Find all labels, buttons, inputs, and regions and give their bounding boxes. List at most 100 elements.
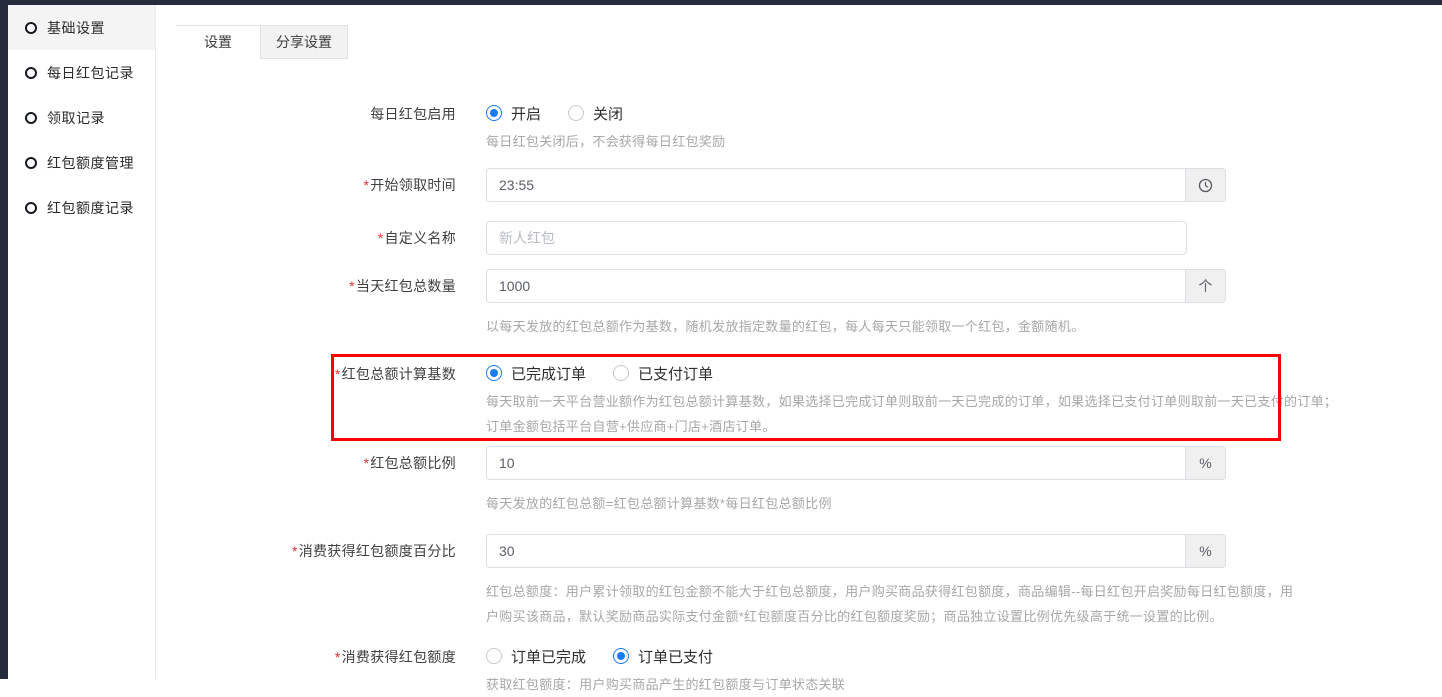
sidebar-item-label: 领取记录 — [47, 108, 105, 128]
sidebar-item-label: 每日红包记录 — [47, 63, 134, 83]
input-group-consume-quota-percent: % — [486, 534, 1293, 568]
circle-icon — [25, 112, 37, 124]
radio-option-total-amount-calc-base-1[interactable]: 已支付订单 — [613, 363, 713, 384]
sidebar-item-3[interactable]: 红包额度管理 — [8, 140, 155, 185]
sidebar-item-label: 基础设置 — [47, 18, 105, 38]
field-control-custom-name — [486, 221, 1187, 255]
helper-line: 每天取前一天平台营业额作为红包总额计算基数，如果选择已完成订单则取前一天已完成的… — [486, 389, 1337, 414]
main-content: 设置分享设置 每日红包启用开启关闭每日红包关闭后，不会获得每日红包奖励*开始领取… — [157, 5, 1442, 679]
field-label-total-amount-calc-base: *红包总额计算基数 — [157, 363, 456, 439]
required-asterisk: * — [363, 177, 369, 193]
settings-form: 每日红包启用开启关闭每日红包关闭后，不会获得每日红包奖励*开始领取时间*自定义名… — [157, 103, 1442, 697]
form-row-consume-quota-status: *消费获得红包额度 订单已完成 订单已支付获取红包额度：用户购买商品产生的红包额度与… — [157, 646, 1442, 697]
field-label-daily-redpacket-total-count: *当天红包总数量 — [157, 269, 456, 339]
helper-line: 订单金额包括平台自营+供应商+门店+酒店订单。 — [486, 414, 1337, 439]
input-group-start-receive-time — [486, 168, 1226, 202]
radio-option-label: 已支付订单 — [638, 363, 713, 384]
radio-option-daily-redpacket-enable-0[interactable]: 开启 — [486, 103, 541, 124]
form-row-consume-quota-percent: *消费获得红包额度百分比% 红包总额度：用户累计领取的红包金额不能大于红包总额度，… — [157, 534, 1442, 629]
required-asterisk: * — [363, 455, 369, 471]
form-row-total-amount-ratio: *红包总额比例% 每天发放的红包总额=红包总额计算基数*每日红包总额比例 — [157, 446, 1442, 516]
circle-icon — [25, 157, 37, 169]
radio-option-label: 订单已完成 — [511, 646, 586, 667]
required-asterisk: * — [335, 366, 341, 382]
helper-line: 红包总额度：用户累计领取的红包金额不能大于红包总额度，用户购买商品获得红包额度，… — [486, 579, 1293, 604]
field-label-text: 红包总额比例 — [370, 455, 456, 471]
form-row-custom-name: *自定义名称 — [157, 221, 1442, 255]
field-label-text: 消费获得红包额度百分比 — [299, 543, 456, 559]
app-frame-left-edge — [0, 0, 8, 679]
radio-circle-icon — [486, 365, 502, 381]
required-asterisk: * — [292, 543, 298, 559]
radio-circle-icon — [613, 365, 629, 381]
app-frame-top-edge — [0, 0, 1442, 5]
radio-circle-icon — [486, 105, 502, 121]
field-label-custom-name: *自定义名称 — [157, 221, 456, 255]
field-label-consume-quota-percent: *消费获得红包额度百分比 — [157, 534, 456, 629]
form-row-daily-redpacket-enable: 每日红包启用 开启 关闭每日红包关闭后，不会获得每日红包奖励 — [157, 103, 1442, 154]
sidebar-item-1[interactable]: 每日红包记录 — [8, 50, 155, 95]
radio-option-label: 订单已支付 — [638, 646, 713, 667]
sidebar-item-2[interactable]: 领取记录 — [8, 95, 155, 140]
field-label-text: 自定义名称 — [385, 230, 457, 246]
field-label-consume-quota-status: *消费获得红包额度 — [157, 646, 456, 697]
radio-option-consume-quota-status-1[interactable]: 订单已支付 — [613, 646, 713, 667]
sidebar-item-label: 红包额度记录 — [47, 198, 134, 218]
helper-text-total-amount-calc-base: 每天取前一天平台营业额作为红包总额计算基数，如果选择已完成订单则取前一天已完成的… — [486, 389, 1337, 439]
radio-option-daily-redpacket-enable-1[interactable]: 关闭 — [568, 103, 623, 124]
field-control-consume-quota-percent: % 红包总额度：用户累计领取的红包金额不能大于红包总额度，用户购买商品获得红包额度… — [486, 534, 1293, 629]
total-amount-ratio-input[interactable] — [486, 446, 1186, 480]
helper-line: 获取红包额度：用户购买商品产生的红包额度与订单状态关联 — [486, 672, 845, 697]
radio-option-label: 关闭 — [593, 103, 623, 124]
field-control-total-amount-ratio: % 每天发放的红包总额=红包总额计算基数*每日红包总额比例 — [486, 446, 1226, 516]
tab-active-0[interactable]: 设置 — [176, 26, 260, 59]
radio-group-consume-quota-status: 订单已完成 订单已支付 — [486, 646, 845, 666]
radio-group-daily-redpacket-enable: 开启 关闭 — [486, 103, 725, 123]
custom-name-input[interactable] — [486, 221, 1187, 255]
form-row-start-receive-time: *开始领取时间 — [157, 168, 1442, 202]
radio-option-label: 已完成订单 — [511, 363, 586, 384]
input-group-daily-redpacket-total-count: 个 — [486, 269, 1226, 303]
field-label-text: 红包总额计算基数 — [342, 366, 456, 382]
required-asterisk: * — [378, 230, 384, 246]
radio-circle-icon — [486, 648, 502, 664]
form-row-daily-redpacket-total-count: *当天红包总数量个以每天发放的红包总额作为基数，随机发放指定数量的红包，每人每天… — [157, 269, 1442, 339]
helper-text-daily-redpacket-enable: 每日红包关闭后，不会获得每日红包奖励 — [486, 129, 725, 154]
radio-option-total-amount-calc-base-0[interactable]: 已完成订单 — [486, 363, 586, 384]
helper-line: 每日红包关闭后，不会获得每日红包奖励 — [486, 129, 725, 154]
helper-text-consume-quota-percent: 红包总额度：用户累计领取的红包金额不能大于红包总额度，用户购买商品获得红包额度，… — [486, 579, 1293, 629]
radio-option-consume-quota-status-0[interactable]: 订单已完成 — [486, 646, 586, 667]
helper-line: 每天发放的红包总额=红包总额计算基数*每日红包总额比例 — [486, 491, 1226, 516]
form-row-total-amount-calc-base: *红包总额计算基数 已完成订单 已支付订单每天取前一天平台营业额作为红包总额计算基数… — [157, 363, 1442, 439]
field-control-consume-quota-status: 订单已完成 订单已支付获取红包额度：用户购买商品产生的红包额度与订单状态关联 — [486, 646, 845, 697]
helper-text-consume-quota-status: 获取红包额度：用户购买商品产生的红包额度与订单状态关联 — [486, 672, 845, 697]
circle-icon — [25, 22, 37, 34]
input-group-custom-name — [486, 221, 1187, 255]
clock-icon[interactable] — [1186, 168, 1226, 202]
start-receive-time-input[interactable] — [486, 168, 1186, 202]
helper-text-total-amount-ratio: 每天发放的红包总额=红包总额计算基数*每日红包总额比例 — [486, 491, 1226, 516]
field-control-daily-redpacket-total-count: 个以每天发放的红包总额作为基数，随机发放指定数量的红包，每人每天只能领取一个红包… — [486, 269, 1226, 339]
field-control-total-amount-calc-base: 已完成订单 已支付订单每天取前一天平台营业额作为红包总额计算基数，如果选择已完成订… — [486, 363, 1337, 439]
sidebar-item-label: 红包额度管理 — [47, 153, 134, 173]
helper-line: 以每天发放的红包总额作为基数，随机发放指定数量的红包，每人每天只能领取一个红包，… — [486, 314, 1226, 339]
tab-inactive-1[interactable]: 分享设置 — [260, 26, 348, 59]
radio-option-label: 开启 — [511, 103, 541, 124]
required-asterisk: * — [349, 278, 355, 294]
consume-quota-percent-input[interactable] — [486, 534, 1186, 568]
field-label-start-receive-time: *开始领取时间 — [157, 168, 456, 202]
radio-circle-icon — [613, 648, 629, 664]
unit-addon-total-amount-ratio: % — [1186, 446, 1226, 480]
field-label-text: 每日红包启用 — [370, 106, 456, 122]
field-label-text: 开始领取时间 — [370, 177, 456, 193]
helper-line: 户购买该商品，默认奖励商品实际支付金额*红包额度百分比的红包额度奖励；商品独立设… — [486, 604, 1293, 629]
field-control-start-receive-time — [486, 168, 1226, 202]
daily-redpacket-total-count-input[interactable] — [486, 269, 1186, 303]
sidebar-item-4[interactable]: 红包额度记录 — [8, 185, 155, 230]
field-label-total-amount-ratio: *红包总额比例 — [157, 446, 456, 516]
field-label-text: 当天红包总数量 — [356, 278, 456, 294]
radio-group-total-amount-calc-base: 已完成订单 已支付订单 — [486, 363, 1337, 383]
tab-bar: 设置分享设置 — [176, 25, 348, 59]
field-label-daily-redpacket-enable: 每日红包启用 — [157, 103, 456, 154]
sidebar-item-0[interactable]: 基础设置 — [8, 5, 155, 50]
